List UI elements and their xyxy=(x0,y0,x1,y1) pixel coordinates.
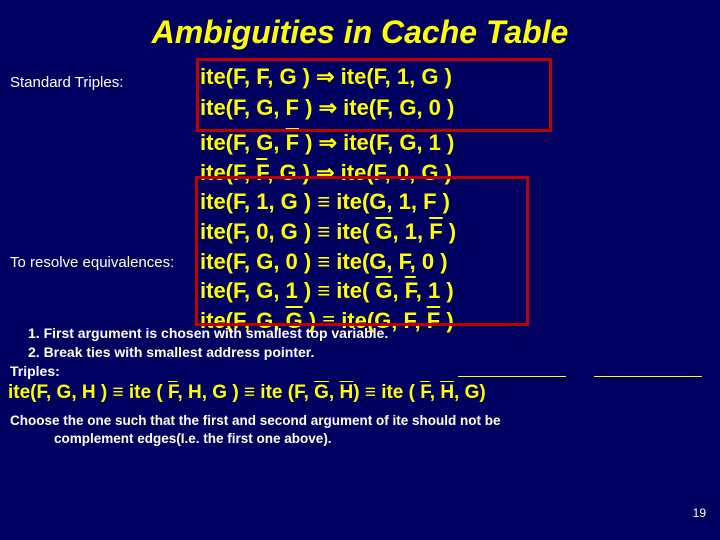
choose-block: Choose the one such that the first and s… xyxy=(10,412,501,448)
choose-line-1: Choose the one such that the first and s… xyxy=(10,412,501,430)
label-standard: Standard Triples: xyxy=(10,74,123,91)
notes-block: 1. First argument is chosen with smalles… xyxy=(28,324,388,362)
note-1: 1. First argument is chosen with smalles… xyxy=(28,324,388,343)
underline-1 xyxy=(458,376,566,377)
choose-line-2: complement edges(I.e. the first one abov… xyxy=(10,430,501,448)
slide-title: Ambiguities in Cache Table xyxy=(0,0,720,51)
underline-2 xyxy=(594,376,702,377)
red-box-top xyxy=(196,58,552,132)
page-number: 19 xyxy=(693,506,706,520)
triples-label: Triples: xyxy=(10,362,60,381)
res-line-1: ite(F, G, F ) ⇒ ite(F, G, 1 ) xyxy=(200,128,456,158)
triples-equiv-line: ite(F, G, H ) ≡ ite ( F, H, G ) ≡ ite (F… xyxy=(8,382,486,404)
label-resolve: To resolve equivalences: xyxy=(10,254,174,271)
red-box-bottom xyxy=(195,176,529,326)
note-2: 2. Break ties with smallest address poin… xyxy=(28,343,388,362)
slide: Ambiguities in Cache Table Standard Trip… xyxy=(0,0,720,540)
